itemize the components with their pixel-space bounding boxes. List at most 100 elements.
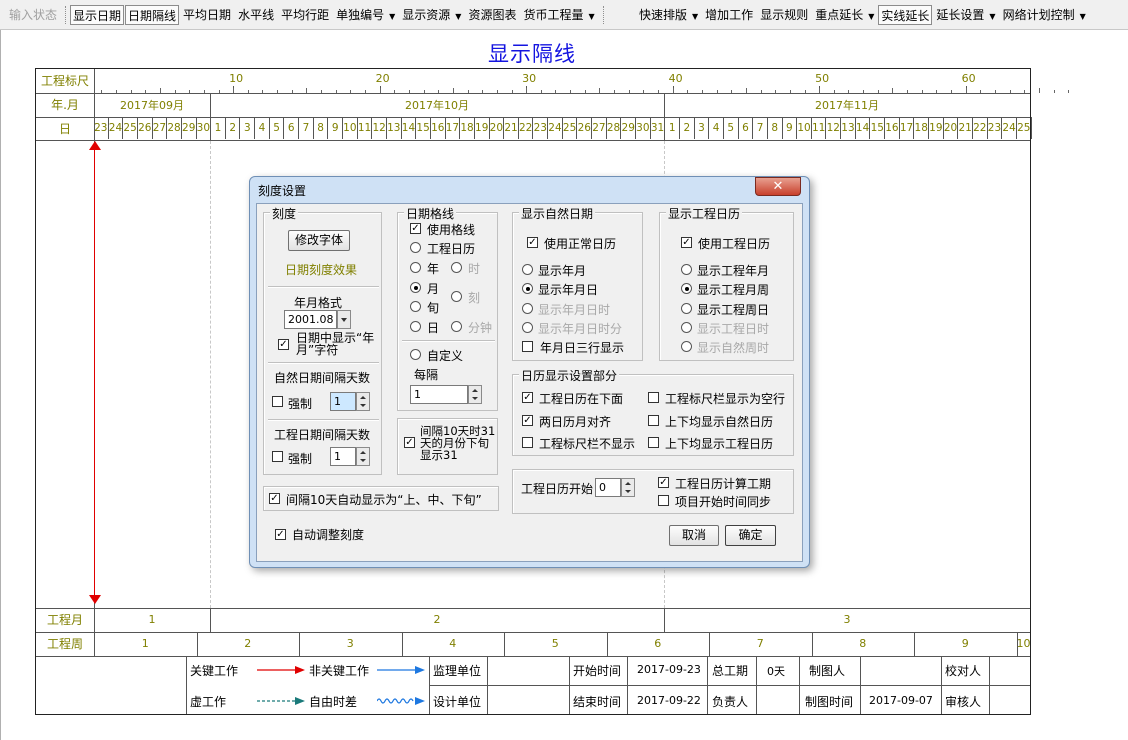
sync-checkbox[interactable] bbox=[658, 495, 669, 506]
ym-format-select[interactable]: 2001.08 bbox=[284, 310, 337, 329]
left-button-4[interactable]: 水平线 bbox=[235, 5, 277, 25]
grid-proj-cal-radio[interactable] bbox=[410, 242, 421, 253]
align-checkbox[interactable]: ✓ bbox=[522, 415, 533, 426]
project-week-cell: 9 bbox=[961, 637, 969, 650]
dropdown-arrow-icon[interactable]: ▼ bbox=[868, 12, 874, 21]
grid-hour-radio[interactable] bbox=[451, 262, 462, 273]
ruler-minor-tick bbox=[643, 90, 645, 93]
show31-label: 间隔10天时31天的月份下旬显示31 bbox=[420, 424, 496, 462]
dropdown-arrow-icon[interactable]: ▼ bbox=[588, 12, 594, 21]
right-button-5[interactable]: 延长设置 ▼ bbox=[933, 5, 998, 25]
grid-minute-radio[interactable] bbox=[451, 321, 462, 332]
ruler-minor-tick bbox=[1038, 88, 1040, 93]
three-lines-checkbox[interactable] bbox=[522, 341, 533, 352]
proj-below-checkbox[interactable]: ✓ bbox=[522, 392, 533, 403]
grid-custom-radio[interactable] bbox=[410, 349, 421, 360]
show-pym-radio[interactable] bbox=[681, 264, 692, 275]
both-natural-checkbox[interactable] bbox=[648, 415, 659, 426]
project-interval-input[interactable]: 1 bbox=[330, 447, 356, 466]
close-button[interactable]: ✕ bbox=[755, 177, 801, 196]
dropdown-arrow-icon[interactable]: ▼ bbox=[989, 12, 995, 21]
draw-time-value: 2017-09-07 bbox=[869, 694, 933, 707]
show-ym-radio[interactable] bbox=[522, 264, 533, 275]
show-ymd-radio[interactable] bbox=[522, 283, 533, 294]
grid-year-radio[interactable] bbox=[410, 262, 421, 273]
toolbar-right-group: 快速排版 ▼ 增加工作 显示规则 重点延长 ▼ 实线延长 延长设置 ▼ 网络计划控制 ▼ bbox=[636, 5, 1090, 25]
project-interval-spinner[interactable] bbox=[356, 447, 370, 466]
dropdown-arrow-icon[interactable]: ▼ bbox=[1080, 12, 1086, 21]
show31-checkbox[interactable]: ✓ bbox=[404, 437, 415, 448]
day-cell: 21 bbox=[958, 117, 973, 139]
natural-interval-input[interactable]: 1 bbox=[330, 392, 356, 411]
right-button-1[interactable]: 增加工作 bbox=[702, 5, 756, 25]
project-start-spinner[interactable] bbox=[621, 478, 635, 497]
ruler-hide-checkbox[interactable] bbox=[522, 437, 533, 448]
dropdown-arrow-icon[interactable]: ▼ bbox=[389, 12, 395, 21]
right-button-3[interactable]: 重点延长 ▼ bbox=[812, 5, 877, 25]
project-force-checkbox[interactable] bbox=[272, 451, 283, 462]
left-button-0[interactable]: 输入状态 bbox=[6, 5, 60, 25]
grid-day-radio[interactable] bbox=[410, 321, 421, 332]
right-button-0[interactable]: 快速排版 ▼ bbox=[636, 5, 701, 25]
modify-font-button[interactable]: 修改字体 bbox=[288, 230, 350, 251]
both-project-checkbox[interactable] bbox=[648, 437, 659, 448]
left-button-8[interactable]: 资源图表 bbox=[465, 5, 519, 25]
left-button-3[interactable]: 平均日期 bbox=[180, 5, 234, 25]
ruler-tick-label: 20 bbox=[375, 72, 390, 85]
left-button-2[interactable]: 日期隔线 bbox=[125, 5, 180, 25]
left-button-1[interactable]: 显示日期 bbox=[70, 5, 125, 25]
right-button-4[interactable]: 实线延长 bbox=[878, 5, 933, 25]
natural-date-group: 显示自然日期 ✓ 使用正常日历 显示年月 显示年月日 显示年月日时 显示年月日时… bbox=[512, 205, 643, 361]
show-ymdh-radio[interactable] bbox=[522, 303, 533, 314]
grid-every-spinner[interactable] bbox=[468, 385, 482, 404]
grid-every-input[interactable]: 1 bbox=[410, 385, 468, 404]
right-button-label: 实线延长 bbox=[881, 9, 930, 23]
end-time-value: 2017-09-22 bbox=[637, 694, 701, 707]
scale-group: 刻度 修改字体 日期刻度效果 年月格式 2001.08 ✓ 日期中显示“年月”字… bbox=[263, 205, 382, 475]
left-button-6[interactable]: 单独编号 ▼ bbox=[333, 5, 398, 25]
left-button-9[interactable]: 货币工程量 ▼ bbox=[520, 5, 597, 25]
project-week-divider bbox=[401, 632, 403, 656]
dropdown-arrow-icon[interactable]: ▼ bbox=[692, 12, 698, 21]
total-duration-label: 总工期 bbox=[712, 664, 749, 678]
auto-xun-group: ✓ 间隔10天自动显示为“上、中、下旬” bbox=[263, 486, 499, 511]
grid-ke-radio[interactable] bbox=[451, 291, 462, 302]
left-button-label: 显示资源 bbox=[402, 8, 451, 22]
use-proj-cal-checkbox[interactable]: ✓ bbox=[681, 237, 692, 248]
cancel-button[interactable]: 取消 bbox=[669, 525, 719, 546]
show-pdh-radio[interactable] bbox=[681, 322, 692, 333]
show-pwd-radio[interactable] bbox=[681, 303, 692, 314]
ruler-minor-tick bbox=[716, 90, 718, 93]
show-pmw-radio[interactable] bbox=[681, 283, 692, 294]
day-cell: 25 bbox=[1017, 117, 1032, 139]
project-start-input[interactable]: 0 bbox=[595, 478, 621, 497]
natural-force-checkbox[interactable] bbox=[272, 396, 283, 407]
date-scale-effect-label: 日期刻度效果 bbox=[285, 263, 358, 277]
right-button-2[interactable]: 显示规则 bbox=[757, 5, 811, 25]
footer-row-divider bbox=[36, 608, 1030, 609]
show-ym-char-checkbox[interactable]: ✓ bbox=[278, 339, 289, 350]
ruler-minor-tick bbox=[496, 90, 498, 93]
use-grid-checkbox[interactable]: ✓ bbox=[410, 223, 421, 234]
grid-xun-radio[interactable] bbox=[410, 301, 421, 312]
ok-button[interactable]: 确定 bbox=[725, 525, 776, 546]
left-button-5[interactable]: 平均行距 bbox=[278, 5, 332, 25]
project-week-cell: 4 bbox=[449, 637, 457, 650]
ym-format-dropdown-icon[interactable] bbox=[337, 310, 351, 329]
right-button-6[interactable]: 网络计划控制 ▼ bbox=[1000, 5, 1089, 25]
show-nwk-radio[interactable] bbox=[681, 341, 692, 352]
auto-xun-checkbox[interactable]: ✓ bbox=[269, 493, 280, 504]
calc-period-checkbox[interactable]: ✓ bbox=[658, 477, 669, 488]
day-cell: 30 bbox=[197, 117, 212, 139]
use-normal-cal-checkbox[interactable]: ✓ bbox=[527, 237, 538, 248]
auto-adjust-checkbox[interactable]: ✓ bbox=[275, 529, 286, 540]
ruler-minor-tick bbox=[467, 90, 469, 93]
ruler-blank-checkbox[interactable] bbox=[648, 392, 659, 403]
day-cell: 15 bbox=[870, 117, 886, 139]
grid-month-radio[interactable] bbox=[410, 282, 421, 293]
dropdown-arrow-icon[interactable]: ▼ bbox=[455, 12, 461, 21]
natural-interval-spinner[interactable] bbox=[356, 392, 370, 411]
left-button-7[interactable]: 显示资源 ▼ bbox=[399, 5, 464, 25]
show-ymdhm-radio[interactable] bbox=[522, 322, 533, 333]
ruler-minor-tick bbox=[921, 90, 923, 93]
